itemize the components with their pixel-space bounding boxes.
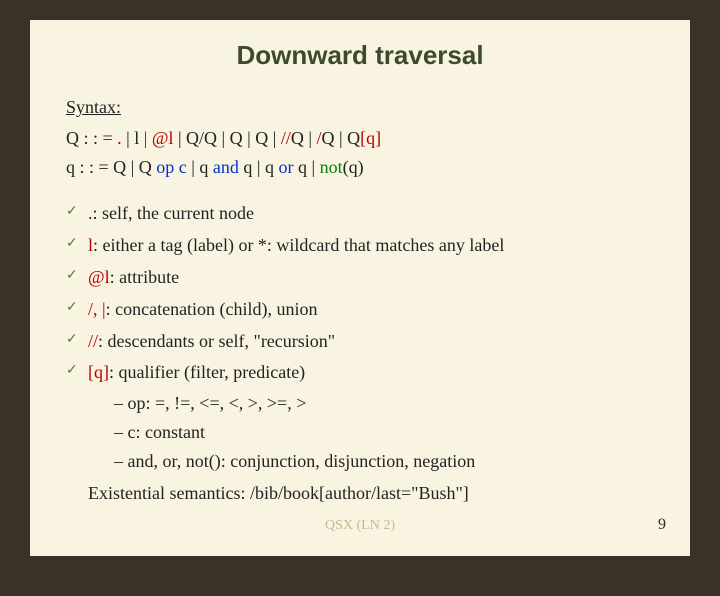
bullet-item: ✓ [q]: qualifier (filter, predicate) op:… <box>66 358 658 475</box>
grammar-block: Q : : = . | l | @l | Q/Q | Q | Q | //Q |… <box>66 124 658 182</box>
sub-item: c: constant <box>114 418 658 447</box>
slide: Downward traversal Syntax: Q : : = . | l… <box>30 20 690 556</box>
g2-or: or <box>278 157 293 177</box>
g2-sp2: | q <box>187 157 213 177</box>
existential-line: Existential semantics: /bib/book[author/… <box>66 479 658 508</box>
g1-q2: Q | Q <box>322 128 361 148</box>
check-icon: ✓ <box>66 233 78 255</box>
g1-ss: // <box>281 128 291 148</box>
g1-p1: | l <box>122 128 144 148</box>
bullet-prefix: @l <box>88 267 110 287</box>
g2-not: not <box>320 157 343 177</box>
check-icon: ✓ <box>66 329 78 351</box>
footer-faded: QSX (LN 2) <box>325 518 395 534</box>
check-icon: ✓ <box>66 297 78 319</box>
bullet-item: ✓ //: descendants or self, "recursion" <box>66 327 658 356</box>
grammar-line-1: Q : : = . | l | @l | Q/Q | Q | Q | //Q |… <box>66 124 658 153</box>
g2-sp3: q | q <box>239 157 279 177</box>
g2-sp4: q | <box>293 157 319 177</box>
bullet-text: : descendants or self, "recursion" <box>98 331 335 351</box>
sub-item: and, or, not(): conjunction, disjunction… <box>114 447 658 476</box>
bullet-text: : attribute <box>110 267 179 287</box>
bullet-item: ✓ l: either a tag (label) or *: wildcard… <box>66 231 658 260</box>
bullet-text: : qualifier (filter, predicate) <box>109 362 305 382</box>
bullet-text: : concatenation (child), union <box>106 299 318 319</box>
bullet-item: ✓ /, |: concatenation (child), union <box>66 295 658 324</box>
g1-lhs: Q : : = <box>66 128 117 148</box>
check-icon: ✓ <box>66 265 78 287</box>
bullet-prefix: /, | <box>88 299 106 319</box>
g2-and: and <box>213 157 239 177</box>
g2-lhs: q : : = Q | Q <box>66 157 156 177</box>
sub-item: op: =, !=, <=, <, >, >=, > <box>114 389 658 418</box>
sub-list: op: =, !=, <=, <, >, >=, > c: constant a… <box>88 389 658 475</box>
bullet-item: ✓ @l: attribute <box>66 263 658 292</box>
bullet-text: : self, the current node <box>93 203 254 223</box>
g1-p2: | Q/Q | Q | Q | <box>173 128 280 148</box>
g1-atl: | @l <box>144 128 174 148</box>
bullet-list: ✓ .: self, the current node ✓ l: either … <box>66 199 658 475</box>
syntax-header: Syntax: <box>66 93 658 122</box>
bullet-item: ✓ .: self, the current node <box>66 199 658 228</box>
bullet-prefix: [q] <box>88 362 109 382</box>
g2-tail: (q) <box>343 157 364 177</box>
g1-q1: Q | <box>291 128 317 148</box>
check-icon: ✓ <box>66 201 78 223</box>
g1-brq: [q] <box>360 128 381 148</box>
grammar-line-2: q : : = Q | Q op c | q and q | q or q | … <box>66 153 658 182</box>
slide-title: Downward traversal <box>30 40 690 71</box>
g2-op: op <box>156 157 174 177</box>
bullet-prefix: // <box>88 331 98 351</box>
bullet-text: : either a tag (label) or *: wildcard th… <box>93 235 504 255</box>
page-number: 9 <box>658 516 666 534</box>
slide-content: Syntax: Q : : = . | l | @l | Q/Q | Q | Q… <box>30 93 690 507</box>
check-icon: ✓ <box>66 360 78 382</box>
g2-c: c <box>179 157 187 177</box>
